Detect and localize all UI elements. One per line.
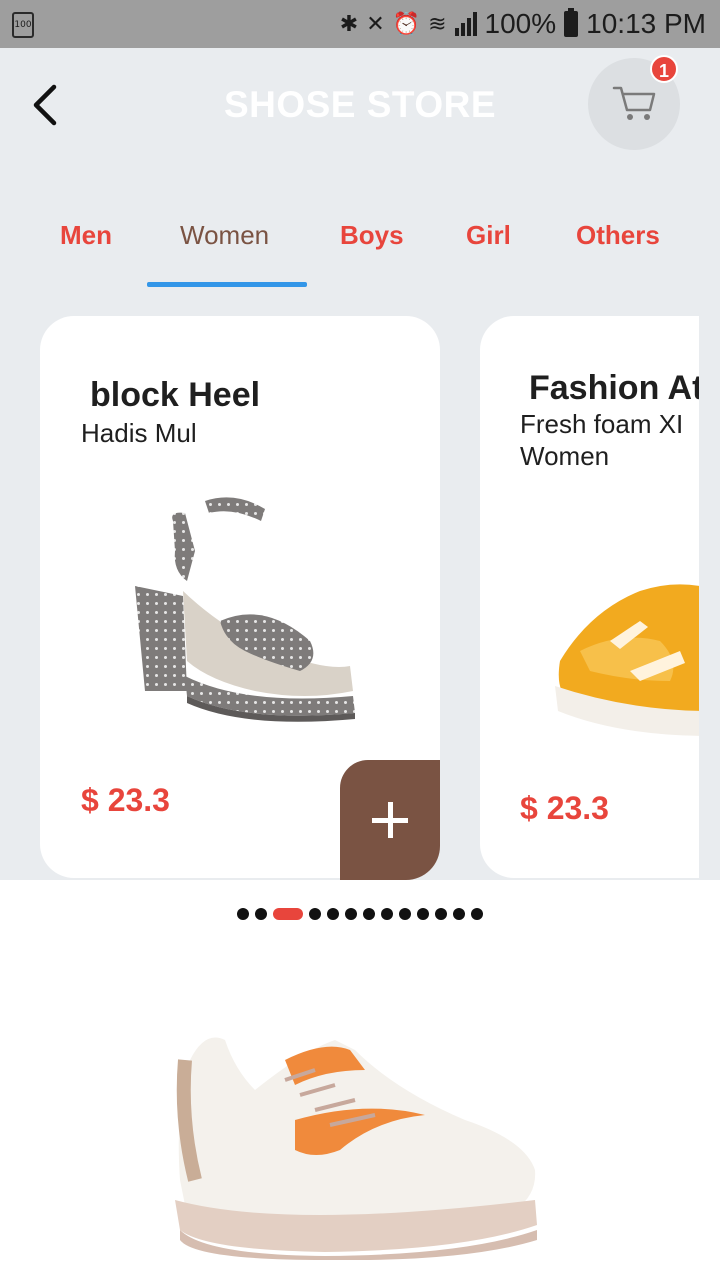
- product-subtitle: Fresh foam XI: [520, 409, 684, 439]
- pager-dots: [0, 908, 720, 920]
- active-tab-indicator: [147, 282, 307, 287]
- high-heel-sandal-image: [135, 497, 355, 722]
- pager-dot[interactable]: [471, 908, 483, 920]
- cart-count-badge: 1: [650, 55, 678, 83]
- product-price: $ 23.3: [520, 790, 609, 826]
- alarm-icon: ⏰: [392, 11, 421, 37]
- pager-dot[interactable]: [309, 908, 321, 920]
- running-shoe-image: [175, 1037, 537, 1260]
- pager-dot[interactable]: [363, 908, 375, 920]
- product-card[interactable]: Fashion At Fresh foam XI Women $ 23.3: [480, 316, 699, 878]
- clock-time: 10:13 PM: [586, 8, 706, 39]
- pager-dot[interactable]: [399, 908, 411, 920]
- battery-icon: [564, 8, 579, 37]
- yellow-sneaker-image: [555, 584, 699, 736]
- vibrate-icon: ✕: [366, 11, 385, 37]
- tab-boys[interactable]: Boys: [340, 220, 404, 251]
- tab-girl[interactable]: Girl: [466, 220, 511, 251]
- pager-dot[interactable]: [345, 908, 357, 920]
- pager-dot-active[interactable]: [273, 908, 303, 920]
- product-subtitle: Hadis Mul: [81, 418, 197, 448]
- bluetooth-icon: ✱: [339, 11, 359, 37]
- product-title: block Heel: [90, 376, 261, 414]
- pager-dot[interactable]: [435, 908, 447, 920]
- tab-men[interactable]: Men: [60, 220, 112, 251]
- pager-dot[interactable]: [417, 908, 429, 920]
- tab-others[interactable]: Others: [576, 220, 660, 251]
- pager-dot[interactable]: [237, 908, 249, 920]
- product-price: $ 23.3: [81, 782, 170, 818]
- battery-percent: 100%: [484, 8, 557, 39]
- status-icons: ✱ ✕ ⏰ ≋ 100% 10:13 PM: [340, 6, 706, 42]
- add-to-cart-button[interactable]: [340, 760, 440, 880]
- product-title: Fashion At: [529, 369, 699, 407]
- shopping-cart-icon: [612, 86, 656, 120]
- pager-dot[interactable]: [255, 908, 267, 920]
- pager-dot[interactable]: [453, 908, 465, 920]
- wifi-icon: ≋: [428, 11, 447, 37]
- product-subtitle: Women: [520, 441, 610, 471]
- pager-dot[interactable]: [381, 908, 393, 920]
- battery-level-icon: 100: [12, 12, 34, 38]
- pager-dot[interactable]: [327, 908, 339, 920]
- signal-icon: [454, 12, 477, 36]
- status-bar: 100 ✱ ✕ ⏰ ≋ 100% 10:13 PM: [0, 0, 720, 48]
- tab-women[interactable]: Women: [180, 220, 269, 251]
